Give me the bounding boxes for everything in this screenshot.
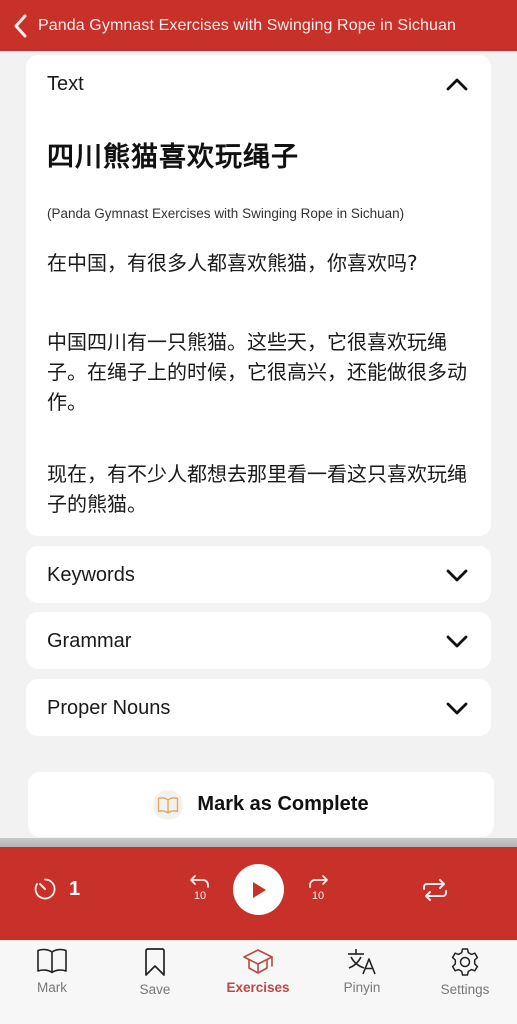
text-paragraph: 中国四川有一只熊猫。这些天，它很喜欢玩绳子。在绳子上的时候，它很高兴，还能做很多… [47,330,467,414]
tab-label: Exercises [226,980,290,995]
text-paragraph: 现在，有不少人都想去那里看一看这只喜欢玩绳子的熊猫。 [47,462,467,516]
tab-label: Mark [37,980,67,995]
skip-back-button[interactable]: 10 [185,874,215,902]
tab-label: Save [139,982,171,997]
page-title: Panda Gymnast Exercises with Swinging Ro… [38,16,456,34]
chinese-title: 四川熊猫喜欢玩绳子 [47,142,299,173]
section-label: Keywords [47,563,135,586]
mark-as-complete-button[interactable]: Mark as Complete [28,772,494,837]
top-nav-bar: Panda Gymnast Exercises with Swinging Ro… [0,0,517,51]
grammar-section-header[interactable]: Grammar [26,612,491,670]
gear-icon [451,948,479,976]
text-paragraph: 在中国，有很多人都喜欢熊猫，你喜欢吗? [47,251,418,275]
timer-icon [34,878,56,900]
tab-settings[interactable]: Settings [420,947,510,997]
forward-arrow-icon [309,875,328,888]
translate-icon [348,949,376,975]
back-button[interactable] [4,0,38,51]
tab-label: Pinyin [343,980,381,995]
audio-player-bar: 1 10 10 [0,847,517,940]
keywords-section-header[interactable]: Keywords [26,546,491,604]
chevron-down-icon[interactable] [445,563,469,587]
section-label: Grammar [47,629,132,652]
keywords-section-card[interactable]: Keywords [26,546,491,603]
tab-save[interactable]: Save [110,947,200,997]
play-icon [252,881,266,898]
playback-speed-button[interactable]: 1 [33,877,80,901]
chevron-down-icon[interactable] [445,696,469,720]
playback-speed-value: 1 [69,877,81,900]
text-section-card: Text 四川熊猫喜欢玩绳子 (Panda Gymnast Exercises … [26,55,491,536]
bottom-tab-bar: Mark Save Exercises Pinyin Settings [0,940,517,1024]
graduation-cap-icon [243,949,273,974]
chevron-left-icon [14,14,27,37]
section-label: Text [47,72,84,95]
proper-nouns-section-card[interactable]: Proper Nouns [26,679,491,736]
grammar-section-card[interactable]: Grammar [26,612,491,669]
open-book-icon [37,948,67,974]
bookmark-icon [145,948,165,976]
repeat-button[interactable] [421,878,449,907]
text-section-header[interactable]: Text [26,55,491,113]
english-subtitle: (Panda Gymnast Exercises with Swinging R… [47,206,405,221]
skip-forward-seconds: 10 [311,890,325,902]
tab-mark[interactable]: Mark [7,947,97,995]
repeat-icon [423,879,447,901]
section-label: Proper Nouns [47,696,171,719]
tab-label: Settings [440,982,490,997]
chevron-down-icon[interactable] [445,629,469,653]
scroll-shadow-divider [0,838,517,847]
proper-nouns-section-header[interactable]: Proper Nouns [26,679,491,737]
play-button[interactable] [233,864,284,915]
mark-as-complete-label: Mark as Complete [197,793,369,815]
tab-pinyin[interactable]: Pinyin [317,947,407,995]
skip-back-seconds: 10 [193,890,207,902]
chevron-up-icon[interactable] [445,72,469,96]
rewind-arrow-icon [190,875,209,888]
tab-exercises[interactable]: Exercises [213,947,303,995]
skip-forward-button[interactable]: 10 [303,874,333,902]
open-book-icon [153,789,184,820]
